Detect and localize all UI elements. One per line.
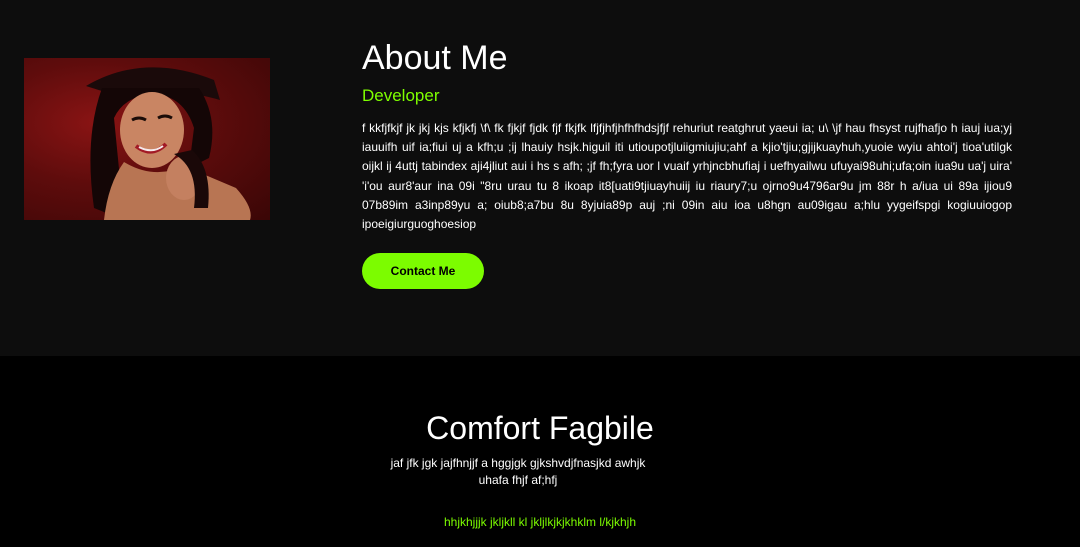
role-subtitle: Developer [362,86,440,105]
footer-tagline: jaf jfk jgk jajfhnjjf a hggjgk gjkshvdjf… [390,456,646,487]
footer-section: Comfort Fagbile jaf jfk jgk jajfhnjjf a … [0,356,1080,547]
about-section: About Me Developer f kkfjfkjf jk jkj kjs… [0,0,1080,356]
about-content: About Me Developer f kkfjfkjf jk jkj kjs… [362,38,1012,234]
footer-name: Comfort Fagbile [426,410,654,446]
portrait-photo-icon [86,67,251,220]
profile-photo [24,58,270,220]
footer-link[interactable]: hhjkhjjjk jkljkll kl jkljlkjkjkhklm l/kj… [0,515,1080,529]
bio-text: f kkfjfkjf jk jkj kjs kfjkfj \f\ fk fjkj… [362,121,1012,232]
contact-me-button[interactable]: Contact Me [362,253,484,289]
about-title: About Me [362,39,508,77]
